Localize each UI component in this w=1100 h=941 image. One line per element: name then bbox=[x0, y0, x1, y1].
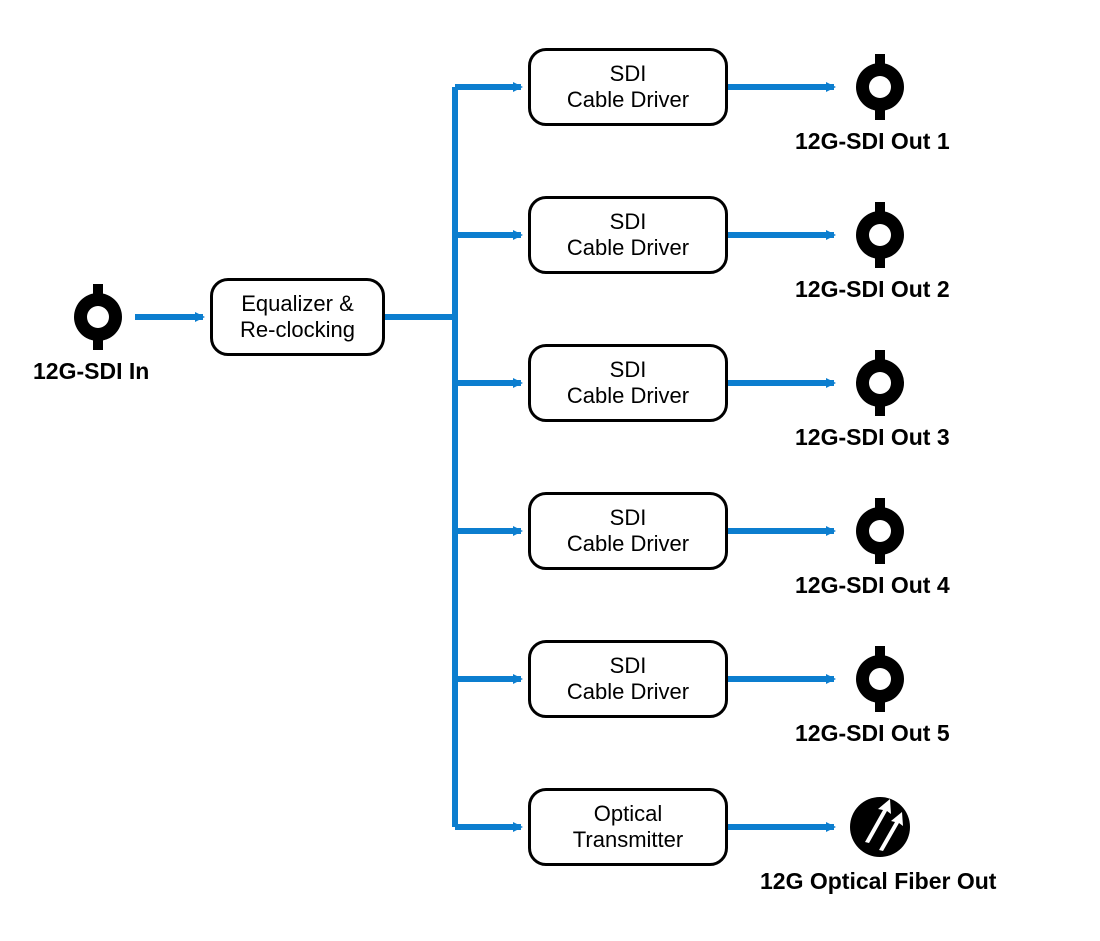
bnc-connector-icon bbox=[845, 200, 915, 270]
driver1-line2: Cable Driver bbox=[567, 87, 689, 113]
driver-block-2: SDI Cable Driver bbox=[528, 196, 728, 274]
bnc-connector-icon bbox=[63, 282, 133, 352]
bnc-connector-icon bbox=[845, 644, 915, 714]
bnc-connector-icon bbox=[845, 52, 915, 122]
driver4-line2: Cable Driver bbox=[567, 531, 689, 557]
optical-out-label: 12G Optical Fiber Out bbox=[760, 868, 996, 896]
out2-label: 12G-SDI Out 2 bbox=[795, 276, 950, 304]
driver3-line2: Cable Driver bbox=[567, 383, 689, 409]
driver-block-5: SDI Cable Driver bbox=[528, 640, 728, 718]
out3-label: 12G-SDI Out 3 bbox=[795, 424, 950, 452]
driver-block-4: SDI Cable Driver bbox=[528, 492, 728, 570]
driver5-line1: SDI bbox=[567, 653, 689, 679]
out5-label: 12G-SDI Out 5 bbox=[795, 720, 950, 748]
out4-label: 12G-SDI Out 4 bbox=[795, 572, 950, 600]
optical-line2: Transmitter bbox=[573, 827, 683, 853]
equalizer-line2: Re-clocking bbox=[240, 317, 355, 343]
optical-line1: Optical bbox=[573, 801, 683, 827]
driver2-line2: Cable Driver bbox=[567, 235, 689, 261]
bnc-connector-icon bbox=[845, 348, 915, 418]
equalizer-line1: Equalizer & bbox=[240, 291, 355, 317]
equalizer-block: Equalizer & Re-clocking bbox=[210, 278, 385, 356]
optical-tx-block: Optical Transmitter bbox=[528, 788, 728, 866]
driver2-line1: SDI bbox=[567, 209, 689, 235]
driver5-line2: Cable Driver bbox=[567, 679, 689, 705]
driver3-line1: SDI bbox=[567, 357, 689, 383]
bnc-connector-icon bbox=[845, 496, 915, 566]
driver1-line1: SDI bbox=[567, 61, 689, 87]
driver4-line1: SDI bbox=[567, 505, 689, 531]
driver-block-3: SDI Cable Driver bbox=[528, 344, 728, 422]
driver-block-1: SDI Cable Driver bbox=[528, 48, 728, 126]
optical-connector-icon bbox=[845, 792, 915, 862]
input-label: 12G-SDI In bbox=[33, 358, 149, 386]
out1-label: 12G-SDI Out 1 bbox=[795, 128, 950, 156]
